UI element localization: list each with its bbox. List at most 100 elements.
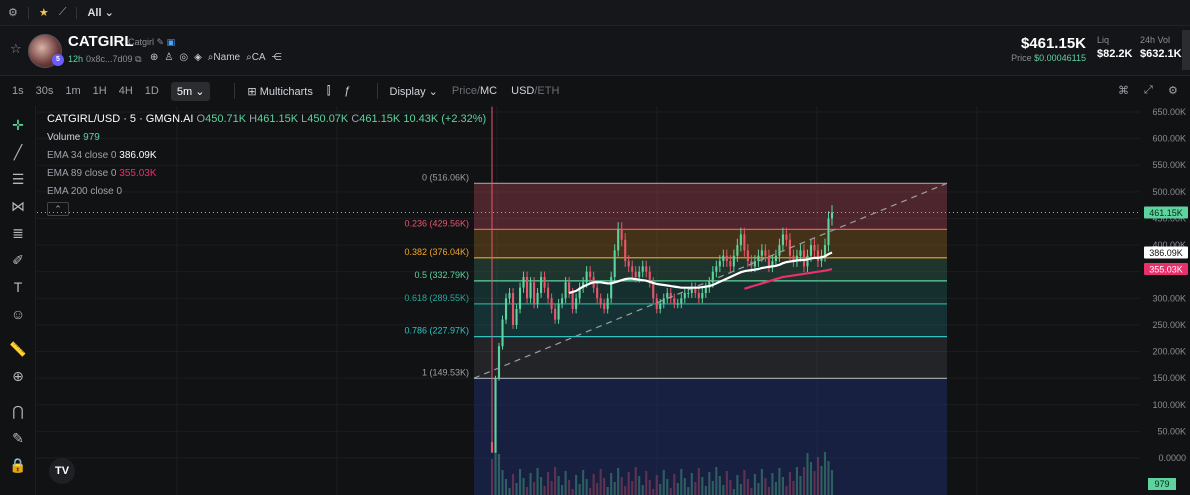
magnet-icon[interactable]: ⋂ [9, 402, 27, 420]
volume-bar [543, 486, 546, 495]
social-icon[interactable]: ◎ [179, 52, 188, 63]
header-scroll-handle[interactable] [1182, 30, 1190, 70]
volume-bar [564, 471, 567, 495]
volume-bar [704, 486, 707, 495]
token-address[interactable]: 0x8c...7d09 ⧉ [86, 54, 142, 65]
price-scale[interactable]: 650.00K600.00K550.00K500.00K450.00K400.0… [1140, 106, 1190, 495]
candle-body [683, 292, 686, 299]
candle-body [511, 292, 515, 325]
volume-bar [515, 483, 518, 495]
volume-bar [561, 485, 564, 495]
trendline-icon[interactable]: ╱ [9, 143, 27, 161]
ruler-icon[interactable]: 📏 [9, 340, 27, 358]
volume-bar [830, 470, 834, 495]
volume-bar [743, 470, 746, 495]
volume-bar [606, 487, 609, 495]
timeframe-1s[interactable]: 1s [12, 85, 24, 97]
vol-value: $632.1K [1140, 48, 1182, 60]
copy-icon[interactable]: ⧉ [135, 54, 141, 64]
price-tick-label: 200.00K [1152, 347, 1186, 357]
zoom-icon[interactable]: ⊕ [9, 367, 27, 385]
price-native-value: $0.00046115 [1034, 53, 1086, 63]
candle-body [816, 250, 820, 262]
globe-icon[interactable]: ⊕ [150, 52, 158, 63]
share-icon[interactable]: ⋲ [272, 52, 282, 63]
volume-bar [788, 472, 791, 495]
price-tag-label: 355.03K [1149, 265, 1183, 275]
avatar-badge: 5 [52, 54, 64, 66]
volume-bar [767, 487, 770, 495]
gear-icon[interactable]: ⚙ [8, 6, 18, 19]
volume-bar [575, 475, 578, 495]
candle-body [515, 308, 518, 325]
volume-bar [757, 483, 760, 495]
timeframe-30s[interactable]: 30s [36, 85, 54, 97]
horizontal-lines-icon[interactable]: ☰ [9, 170, 27, 188]
indicators-icon[interactable]: ƒ [344, 85, 350, 97]
candle-body [610, 277, 613, 299]
volume-bar [550, 481, 553, 495]
search-ca-link[interactable]: ⌕CA [246, 52, 266, 63]
tradingview-logo[interactable]: TV [49, 458, 75, 484]
text-icon[interactable]: T [9, 278, 27, 296]
pattern-icon[interactable]: ⋈ [9, 197, 27, 215]
display-dropdown[interactable]: Display ⌄ [390, 85, 438, 98]
candle-body [564, 282, 567, 299]
fullscreen-icon[interactable]: ⤢ [1144, 84, 1153, 97]
edit-icon[interactable]: ✎ [157, 37, 165, 47]
chart-canvas[interactable]: 0 (516.06K) 0.236 (429.56K) 0.382 (376.04K… [37, 106, 1140, 495]
high-label: H [249, 113, 258, 125]
brush-icon[interactable]: ✐ [9, 251, 27, 269]
divider [76, 6, 78, 19]
candles-icon[interactable]: ⫿ [327, 85, 331, 98]
camera-icon[interactable]: ⌘ [1118, 84, 1129, 97]
candle-body [687, 292, 690, 294]
pencil-lock-icon[interactable]: ✎ [9, 429, 27, 447]
timeframe-selector[interactable]: 5m ⌄ [170, 81, 211, 101]
timeframe-4h[interactable]: 4H [119, 85, 133, 97]
divider [376, 83, 378, 99]
search-name-link[interactable]: ⌕Name [208, 52, 240, 63]
volume-bar [809, 462, 813, 495]
timeframe-1m[interactable]: 1m [65, 85, 80, 97]
crosshair-icon[interactable]: ✛ [9, 116, 27, 134]
volume-bar [771, 473, 774, 495]
currency-toggle[interactable]: USD/ETH [511, 85, 559, 97]
volume-bar [490, 459, 494, 495]
ema89-legend: EMA 89 close 0 355.03K [47, 168, 157, 179]
candle-body [711, 271, 714, 283]
lock-icon[interactable]: 🔒 [9, 456, 27, 474]
candle-body [547, 287, 550, 299]
chevron-down-icon: ⌄ [195, 85, 205, 98]
star-icon[interactable]: ★ [39, 6, 49, 19]
volume-bar [655, 475, 658, 495]
volume-bar [540, 477, 543, 495]
price-chart[interactable]: 0 (516.06K) 0.236 (429.56K) 0.382 (376.04K… [37, 106, 1140, 495]
volume-bar [673, 474, 676, 495]
volume-bar [746, 479, 749, 495]
volume-value: 979 [83, 132, 100, 143]
settings-icon[interactable]: ⚙ [1168, 84, 1178, 97]
multicharts-button[interactable]: ⊞ Multicharts [247, 85, 312, 98]
volume-tag-label: 979 [1154, 479, 1169, 489]
chart-icon[interactable]: ⟋ [59, 6, 67, 19]
fib-icon[interactable]: ≣ [9, 224, 27, 242]
fib-level-label: 0.236 (429.56K) [404, 218, 469, 228]
candle-body [662, 298, 665, 304]
favorite-star-icon[interactable]: ☆ [10, 41, 22, 57]
ema200-legend: EMA 200 close 0 [47, 186, 122, 197]
fib-level-label: 0 (516.06K) [422, 172, 469, 182]
price-mc-toggle[interactable]: Price/MC [452, 85, 497, 97]
ema89-label: EMA 89 close 0 [47, 168, 117, 179]
volume-bar [816, 457, 820, 495]
timeframe-1h[interactable]: 1H [93, 85, 107, 97]
volume-bar [690, 473, 693, 495]
filter-dropdown[interactable]: All ⌄ [87, 6, 113, 19]
collapse-legend-button[interactable]: ⌃ [47, 202, 69, 216]
emoji-icon[interactable]: ☺ [9, 305, 27, 323]
token-icon[interactable]: ◈ [194, 52, 202, 63]
user-icon[interactable]: ♙ [164, 52, 173, 63]
price-option: Price [451, 85, 477, 97]
candle-body [501, 319, 504, 347]
timeframe-1d[interactable]: 1D [145, 85, 159, 97]
